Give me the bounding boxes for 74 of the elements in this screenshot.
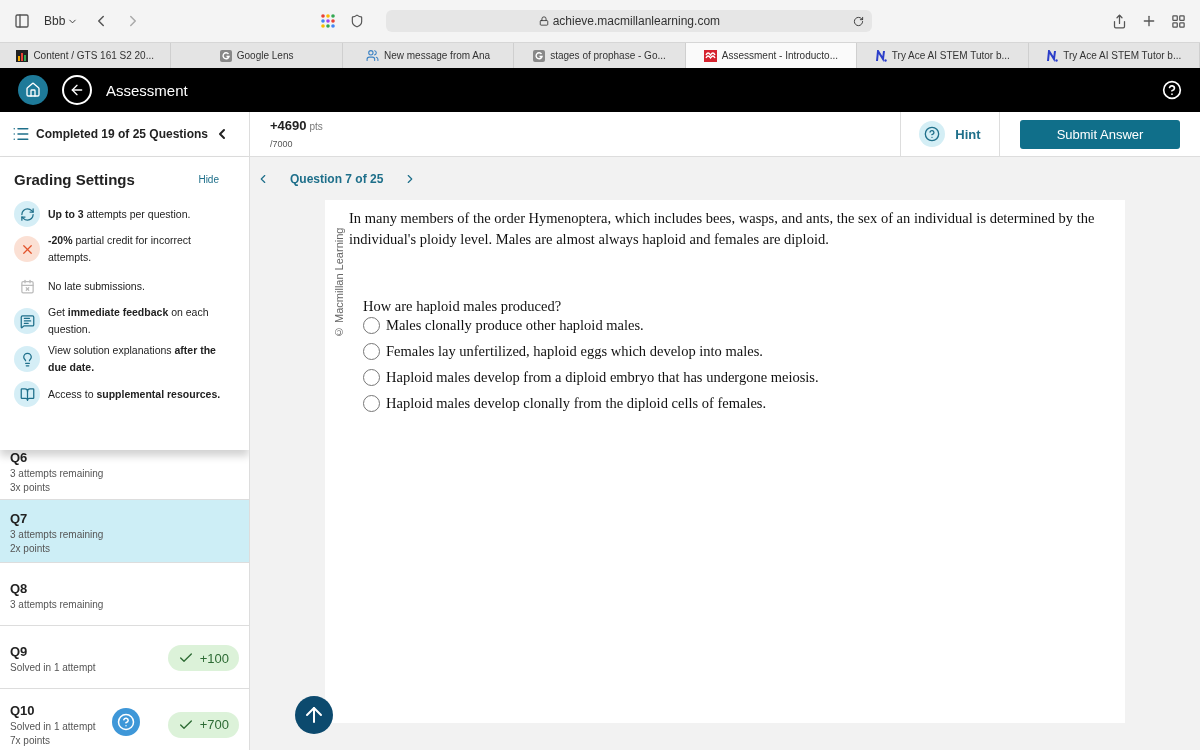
question-label: Q10 (10, 703, 36, 718)
points-badge: +100 (167, 645, 239, 671)
new-tab-icon[interactable] (1141, 13, 1157, 29)
points-total: /7000 (270, 139, 294, 149)
n-logo-icon (1046, 49, 1059, 62)
home-button[interactable] (18, 75, 48, 105)
refresh-icon (14, 201, 40, 227)
tab-overview-icon[interactable] (1171, 13, 1186, 29)
option-text[interactable]: Haploid males develop from a diploid embryo that has undergone meiosis. (386, 369, 819, 386)
copyright-text: © Macmillan Learning (333, 226, 345, 338)
question-label: Q7 (10, 510, 29, 526)
g-logo-icon (219, 49, 232, 62)
question-stem: In many members of the order Hymenoptera, which includes bees, wasps, and ants, the sex of an individual is determined by the individual's ploidy level. Males are almost always haploid and females are diploid. (349, 209, 1096, 249)
address-bar[interactable]: achieve.macmillanlearning.com (386, 10, 873, 32)
radio-button[interactable] (363, 343, 380, 360)
book-icon (14, 381, 40, 407)
question-label: Q8 (10, 580, 29, 596)
share-icon[interactable] (1112, 13, 1127, 29)
list-icon[interactable] (12, 125, 30, 143)
x-icon (14, 236, 40, 262)
question-item[interactable]: Q7 3 attempts remaining 2x points (0, 500, 249, 563)
question-status: 7x points (10, 735, 52, 746)
home-icon (25, 82, 41, 98)
question-label: Q9 (10, 643, 29, 659)
sidebar-icon[interactable] (14, 13, 30, 29)
option-text[interactable]: Females lay unfertilized, haploid eggs which develop into males. (386, 343, 763, 360)
bar-chart-icon (16, 49, 29, 62)
setting-text: Access to supplemental resources. (48, 386, 222, 402)
question-status: 3 attempts remaining (10, 468, 104, 479)
submit-button[interactable]: Submit Answer (1020, 119, 1180, 149)
page-title: Assessment (106, 81, 189, 99)
question-item[interactable]: Q6 3 attempts remaining 3x points (0, 450, 249, 500)
setting-text: -20% partial credit for incorrect attempts. (48, 233, 192, 265)
question-status: 3x points (10, 482, 52, 493)
question-status: Solved in 1 attempt (10, 721, 96, 732)
option-text[interactable]: Males clonally produce other haploid males. (386, 317, 644, 334)
question-prompt: How are haploid males produced? (363, 298, 563, 315)
setting-text: View solution explanations after the due date. (48, 343, 217, 375)
hide-link[interactable]: Hide (198, 174, 219, 185)
back-button[interactable] (62, 75, 92, 105)
macmillan-logo-icon (703, 49, 717, 62)
question-label: Q6 (10, 450, 29, 465)
shield-icon[interactable] (350, 14, 365, 28)
question-status: 3 attempts remaining (10, 528, 104, 540)
question-status: 2x points (10, 542, 52, 554)
setting-text: Up to 3 attempts per question. (48, 206, 192, 222)
setting-text: No late submissions. (48, 278, 146, 294)
option-text[interactable]: Haploid males develop clonally from the diploid cells of females. (386, 395, 767, 412)
help-icon[interactable] (1162, 80, 1182, 100)
reload-icon[interactable] (853, 15, 865, 27)
points-score: +4690 pts (270, 118, 324, 133)
radio-button[interactable] (363, 317, 380, 334)
browser-tab[interactable]: Assessment - Introducto... (685, 43, 858, 68)
hint-icon (919, 121, 946, 147)
app-grid-icon[interactable] (320, 13, 337, 29)
points-badge: +700 (167, 711, 239, 738)
radio-button[interactable] (363, 395, 380, 412)
g-logo-icon (533, 49, 546, 62)
question-status: Solved in 1 attempt (10, 661, 96, 673)
chat-icon (14, 308, 40, 334)
panel-title: Grading Settings (14, 171, 135, 188)
profile-menu[interactable]: Bbb (44, 14, 79, 28)
question-status: 3 attempts remaining (10, 598, 104, 610)
progress-label[interactable]: Completed 19 of 25 Questions (36, 127, 209, 141)
question-number: Question 7 of 25 (290, 171, 384, 186)
lock-icon (538, 16, 549, 26)
question-mark-icon (117, 713, 135, 731)
scroll-top-button[interactable] (295, 696, 333, 734)
lightbulb-icon (14, 346, 40, 372)
setting-text: Get immediate feedback on each question. (48, 305, 210, 337)
people-icon (365, 49, 379, 62)
radio-button[interactable] (363, 369, 380, 386)
hint-button[interactable]: Hint (900, 112, 1000, 156)
n-logo-icon (874, 49, 887, 62)
